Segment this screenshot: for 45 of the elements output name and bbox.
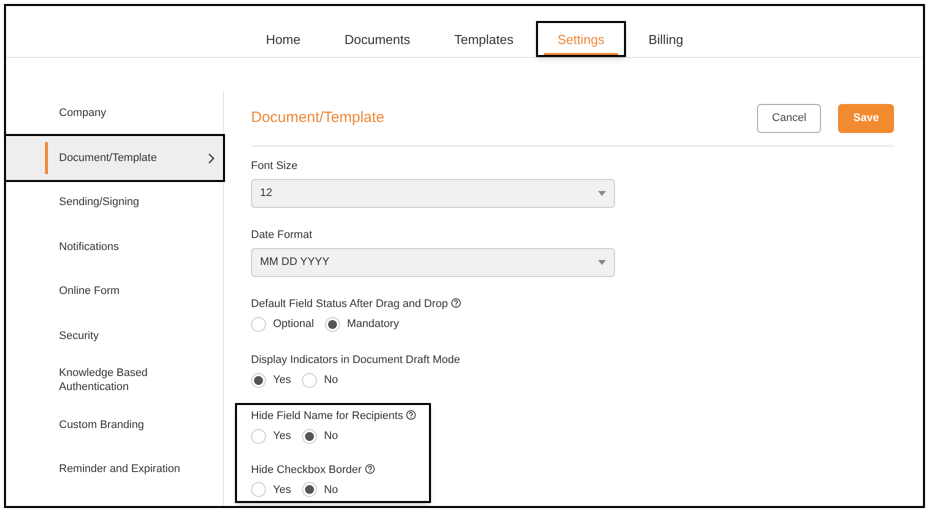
radio-option[interactable]: Yes <box>251 482 291 498</box>
field-label: Date Format <box>251 228 314 242</box>
dropdown[interactable]: 12 <box>251 179 615 208</box>
field-label: Font Size <box>251 159 298 173</box>
sidebar-item[interactable]: Knowledge Based Authentication <box>6 358 223 402</box>
sidebar-item[interactable]: Notifications <box>6 224 223 269</box>
nav-tab[interactable]: Billing <box>634 23 698 55</box>
radio-button[interactable] <box>302 428 317 444</box>
field-label: Display Indicators in Document Draft Mode <box>251 354 460 366</box>
field-label: Hide Field Name for Recipients <box>251 410 404 422</box>
help-icon <box>406 410 416 420</box>
radio-option[interactable]: Yes <box>251 372 291 388</box>
radio-option[interactable]: No <box>302 482 338 498</box>
radio-button[interactable] <box>302 372 317 388</box>
radio-option[interactable]: Yes <box>251 428 291 444</box>
sidebar-item[interactable]: Custom Branding <box>6 402 223 447</box>
dropdown[interactable]: MM DD YYYY <box>251 248 615 277</box>
section-title: Document/Template <box>251 108 384 128</box>
caret-icon <box>598 191 606 196</box>
caret-icon <box>598 260 606 265</box>
sidebar-item[interactable]: Company <box>6 91 223 136</box>
sidebar-item[interactable]: Sending/Signing <box>6 180 223 224</box>
radio-option[interactable]: Mandatory <box>324 316 399 332</box>
radio-button[interactable] <box>251 428 266 444</box>
sidebar-item[interactable]: Online Form <box>6 269 223 314</box>
radio-button[interactable] <box>251 316 266 332</box>
sidebar-item[interactable]: Document/Template <box>6 136 223 180</box>
radio-button[interactable] <box>324 316 340 332</box>
radio-option[interactable]: No <box>302 428 338 444</box>
radio-option[interactable]: No <box>302 372 338 388</box>
field-label: Hide Checkbox Border <box>251 464 362 476</box>
cancel-button[interactable]: Cancel <box>757 104 822 132</box>
help-icon <box>450 298 461 308</box>
nav-tab[interactable]: Templates <box>440 23 528 55</box>
field-label: Default Field Status After Drag and Drop <box>251 298 448 310</box>
sidebar-item[interactable]: Reminder and Expiration <box>6 447 223 492</box>
help-icon <box>364 464 375 474</box>
radio-button[interactable] <box>251 372 266 388</box>
nav-tab[interactable]: Home <box>252 23 314 55</box>
radio-button[interactable] <box>302 482 317 498</box>
nav-tab[interactable]: Documents <box>330 23 424 55</box>
sidebar-item[interactable]: Security <box>6 314 223 358</box>
radio-option[interactable]: Optional <box>251 316 314 332</box>
chevron-right-icon <box>208 152 215 164</box>
radio-button[interactable] <box>251 482 266 498</box>
